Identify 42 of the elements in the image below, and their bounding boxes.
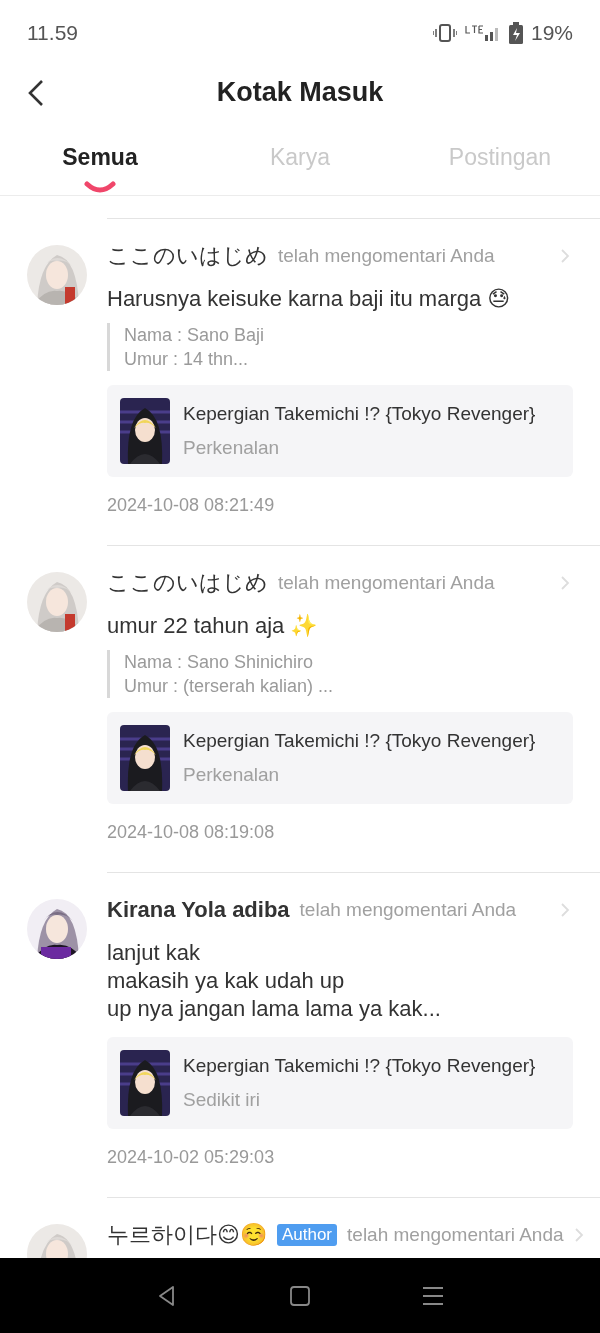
quoted-text: Umur : 14 thn...	[124, 348, 250, 371]
chapter-name: Perkenalan	[183, 764, 281, 786]
signal-icon	[464, 23, 501, 42]
chevron-icon	[560, 575, 570, 591]
quoted-text: Umur : (terserah kalian) ...	[124, 675, 335, 698]
action-text: telah mengomentari Anda	[299, 899, 517, 921]
chapter-name: Sedikit iri	[183, 1089, 262, 1111]
timestamp: 2024-10-02 05:29:03	[107, 1147, 276, 1168]
user-name[interactable]: ここのいはじめ	[107, 241, 268, 271]
quoted-text: Nama : Sano Baji	[124, 324, 266, 347]
home-icon[interactable]	[288, 1283, 312, 1308]
battery-percentage: 19%	[530, 20, 573, 45]
timestamp: 2024-10-08 08:21:49	[107, 495, 276, 516]
work-card[interactable]: Kepergian Takemichi !? {Tokyo Revenger} Perkenalan	[107, 712, 573, 804]
tab[interactable]: Semua	[0, 120, 200, 195]
action-text: telah mengomentari Anda	[278, 572, 495, 594]
chevron-icon	[560, 248, 570, 264]
user-name[interactable]: Kirana Yola adiba	[107, 897, 290, 923]
work-title: Kepergian Takemichi !? {Tokyo Revenger}	[183, 403, 536, 425]
vibrate-icon	[432, 23, 457, 42]
battery-icon	[508, 21, 523, 44]
page-title: Kotak Masuk	[216, 77, 384, 108]
chevron-icon	[573, 1227, 584, 1243]
tab-indicator	[84, 181, 116, 193]
author-badge: Author	[276, 1224, 338, 1246]
comment-text: lanjut kak makasih ya kak udah up up nya jangan lama lama ya kak...	[107, 939, 442, 1023]
timestamp: 2024-10-08 08:19:08	[107, 822, 276, 843]
comment-text: umur 22 tahun aja ✨	[107, 612, 319, 640]
work-title: Kepergian Takemichi !? {Tokyo Revenger}	[183, 730, 536, 752]
comment-text: Harusnya keisuke karna baji itu marga 😓	[107, 285, 512, 313]
action-text: telah mengomentari Anda	[347, 1224, 564, 1246]
work-title: Kepergian Takemichi !? {Tokyo Revenger}	[183, 1055, 536, 1077]
chapter-name: Perkenalan	[183, 437, 281, 459]
work-card[interactable]: Kepergian Takemichi !? {Tokyo Revenger} Perkenalan	[107, 385, 573, 477]
quoted-text: Nama : Sano Shinichiro	[124, 651, 315, 674]
status-time: 11.59	[27, 20, 78, 45]
action-text: telah mengomentari Anda	[278, 245, 495, 267]
work-card[interactable]: Kepergian Takemichi !? {Tokyo Revenger} Sedikit iri	[107, 1037, 573, 1129]
user-name[interactable]: 누르하이다😊☺	[107, 1220, 267, 1250]
user-name[interactable]: ここのいはじめ	[107, 568, 268, 598]
back-icon[interactable]	[26, 79, 46, 107]
chevron-icon	[560, 902, 570, 918]
